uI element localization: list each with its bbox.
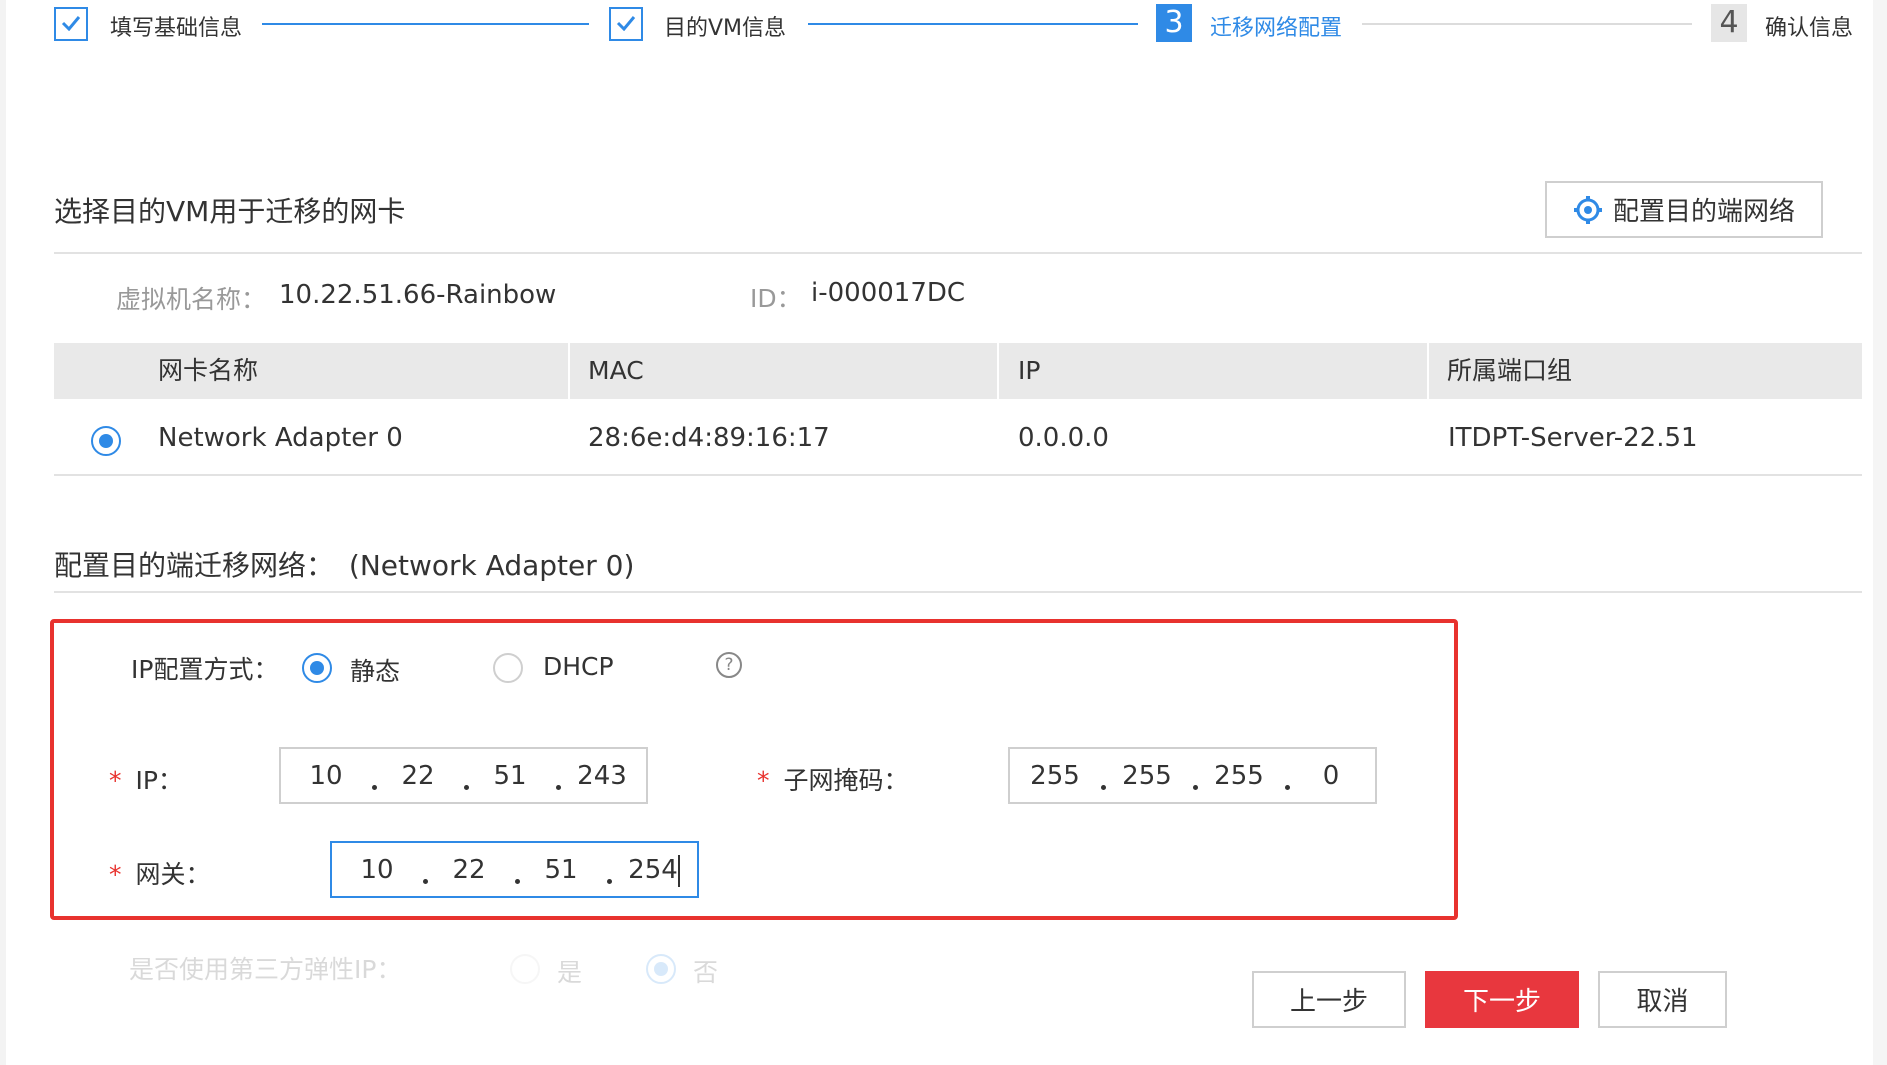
elastic-ip-yes-label[interactable]: 是 — [557, 953, 582, 989]
ip-octet-4[interactable]: 243 — [565, 749, 639, 802]
ip-mode-dhcp-label[interactable]: DHCP — [543, 652, 614, 681]
gateway-octet-2[interactable]: 22 — [432, 843, 506, 896]
mask-octet-1[interactable]: 255 — [1018, 749, 1092, 802]
network-section-title-text: 配置目的端迁移网络： — [54, 549, 335, 582]
step-4-label: 确认信息 — [1765, 16, 1854, 41]
column-header-ip: IP — [1018, 356, 1041, 385]
elastic-ip-yes-radio[interactable] — [510, 954, 540, 984]
config-target-network-button[interactable]: 配置目的端网络 — [1545, 181, 1823, 238]
gateway-input[interactable]: 10 22 51 254 — [330, 841, 699, 898]
divider — [54, 252, 1862, 254]
column-header-port-group: 所属端口组 — [1447, 356, 1573, 385]
ip-dot — [1193, 785, 1198, 790]
gateway-field-label: * 网关： — [109, 855, 210, 891]
cancel-button[interactable]: 取消 — [1598, 971, 1727, 1028]
column-header-nic-name: 网卡名称 — [158, 356, 259, 385]
vm-name-value: 10.22.51.66-Rainbow — [279, 280, 557, 310]
column-separator — [997, 343, 999, 399]
ip-field-label-text: IP： — [135, 766, 183, 795]
text-caret — [678, 855, 680, 887]
subnet-mask-input[interactable]: 255 255 255 0 — [1008, 747, 1377, 804]
column-header-mac: MAC — [588, 356, 644, 385]
nic-name-cell: Network Adapter 0 — [158, 423, 403, 453]
step-connector — [808, 23, 1138, 25]
gateway-octet-3[interactable]: 51 — [524, 843, 598, 896]
ip-dot — [515, 879, 520, 884]
mac-cell: 28:6e:d4:89:16:17 — [588, 423, 830, 453]
port-group-cell: ITDPT-Server-22.51 — [1448, 423, 1698, 453]
step-3-number: 3 — [1156, 4, 1192, 42]
next-step-button[interactable]: 下一步 — [1425, 971, 1579, 1028]
ip-dot — [1101, 785, 1106, 790]
mask-octet-2[interactable]: 255 — [1110, 749, 1184, 802]
ip-mode-static-label[interactable]: 静态 — [350, 652, 400, 688]
previous-step-button[interactable]: 上一步 — [1252, 971, 1406, 1028]
gateway-field-label-text: 网关： — [135, 860, 211, 889]
column-separator — [568, 343, 570, 399]
step-2-check-icon — [609, 7, 643, 41]
required-mark: * — [757, 766, 770, 795]
network-section-title: 配置目的端迁移网络： (Network Adapter 0) — [54, 544, 634, 584]
elastic-ip-label: 是否使用第三方弹性IP： — [129, 955, 402, 984]
ip-address-input[interactable]: 10 22 51 243 — [279, 747, 648, 804]
divider — [54, 591, 1862, 593]
vm-name-label: 虚拟机名称： — [116, 285, 267, 314]
ip-dot — [556, 785, 561, 790]
required-mark: * — [109, 860, 122, 889]
ip-dot — [1285, 785, 1290, 790]
ip-octet-3[interactable]: 51 — [473, 749, 547, 802]
ip-field-label: * IP： — [109, 761, 183, 797]
ip-dot — [423, 879, 428, 884]
ip-dot — [464, 785, 469, 790]
ip-mode-label: IP配置方式： — [131, 655, 279, 684]
mask-field-label-text: 子网掩码： — [783, 766, 909, 795]
ip-dot — [607, 879, 612, 884]
gateway-octet-1[interactable]: 10 — [340, 843, 414, 896]
vm-id-value: i-000017DC — [811, 278, 966, 308]
mask-octet-4[interactable]: 0 — [1294, 749, 1368, 802]
step-connector — [262, 23, 589, 25]
ip-cell: 0.0.0.0 — [1018, 423, 1109, 453]
ip-octet-2[interactable]: 22 — [381, 749, 455, 802]
column-separator — [1427, 343, 1429, 399]
nic-section-title: 选择目的VM用于迁移的网卡 — [54, 195, 406, 228]
step-1-label[interactable]: 填写基础信息 — [110, 10, 242, 42]
ip-dot — [372, 785, 377, 790]
left-edge — [0, 0, 6, 1065]
ip-mode-static-radio[interactable] — [302, 653, 332, 683]
divider — [54, 474, 1862, 476]
right-scroll-track[interactable] — [1873, 0, 1887, 1065]
mask-field-label: * 子网掩码： — [757, 761, 908, 797]
network-section-adapter: (Network Adapter 0) — [348, 549, 635, 582]
step-connector — [1362, 23, 1692, 25]
vm-id-label: ID： — [750, 284, 802, 313]
ip-mode-dhcp-radio[interactable] — [493, 653, 523, 683]
elastic-ip-no-radio[interactable] — [646, 954, 676, 984]
step-2-label[interactable]: 目的VM信息 — [664, 10, 786, 42]
required-mark: * — [109, 766, 122, 795]
ip-octet-1[interactable]: 10 — [289, 749, 363, 802]
help-icon[interactable]: ? — [716, 652, 742, 678]
gear-icon — [1573, 195, 1602, 224]
nic-table-header: 网卡名称 MAC IP 所属端口组 — [54, 343, 1862, 399]
mask-octet-3[interactable]: 255 — [1202, 749, 1276, 802]
step-1-check-icon — [54, 7, 88, 41]
config-button-label: 配置目的端网络 — [1612, 197, 1795, 227]
nic-select-radio[interactable] — [91, 426, 121, 456]
elastic-ip-no-label[interactable]: 否 — [693, 953, 718, 989]
step-3-label: 迁移网络配置 — [1210, 16, 1343, 41]
step-4-number: 4 — [1711, 4, 1747, 42]
